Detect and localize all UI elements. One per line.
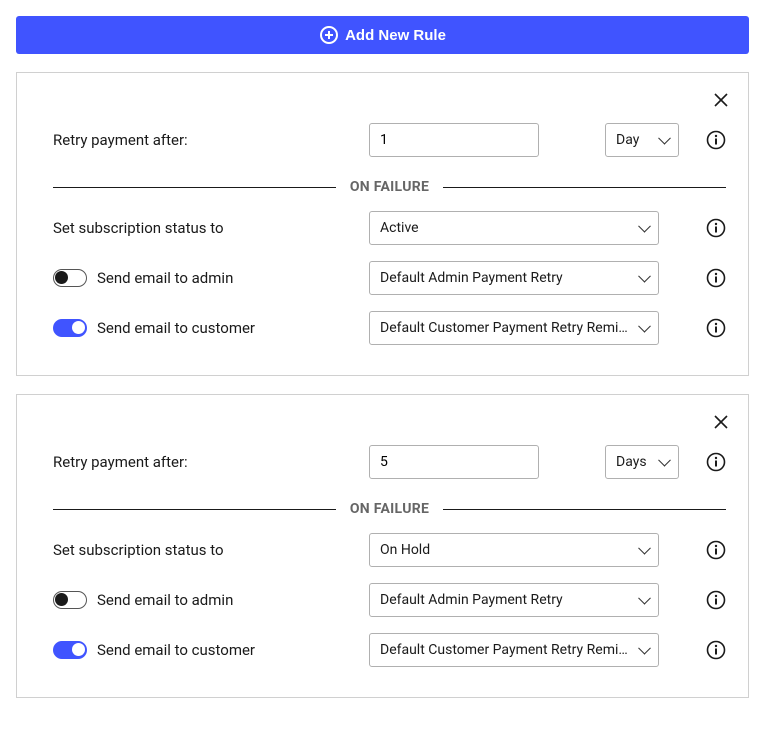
info-icon[interactable]	[706, 590, 726, 610]
retry-payment-label: Retry payment after:	[39, 131, 369, 149]
on-failure-heading: ON FAILURE	[336, 179, 443, 195]
info-icon[interactable]	[706, 218, 726, 238]
divider-line	[53, 187, 336, 188]
plus-circle-icon	[319, 25, 339, 45]
retry-unit-select[interactable]: Days	[605, 445, 679, 479]
set-status-label: Set subscription status to	[39, 219, 369, 237]
rule-card: Retry payment after: Days ON FAILURE Set…	[16, 394, 749, 698]
divider-line	[443, 187, 726, 188]
admin-email-label: Send email to admin	[97, 591, 233, 609]
admin-email-label: Send email to admin	[97, 269, 233, 287]
info-icon[interactable]	[706, 540, 726, 560]
customer-email-template-select[interactable]: Default Customer Payment Retry Remin...	[369, 311, 659, 345]
admin-email-template-select[interactable]: Default Admin Payment Retry	[369, 261, 659, 295]
divider-line	[443, 509, 726, 510]
admin-email-template-select[interactable]: Default Admin Payment Retry	[369, 583, 659, 617]
info-icon[interactable]	[706, 318, 726, 338]
customer-email-toggle[interactable]	[53, 641, 87, 659]
retry-unit-select[interactable]: Day	[605, 123, 679, 157]
customer-email-label: Send email to customer	[97, 641, 255, 659]
retry-count-input[interactable]	[369, 123, 539, 157]
retry-count-input[interactable]	[369, 445, 539, 479]
status-select[interactable]: Active	[369, 211, 659, 245]
close-icon	[712, 91, 730, 109]
info-icon[interactable]	[706, 268, 726, 288]
customer-email-toggle[interactable]	[53, 319, 87, 337]
close-icon	[712, 413, 730, 431]
add-new-rule-label: Add New Rule	[345, 27, 446, 44]
close-rule-button[interactable]	[708, 87, 734, 113]
admin-email-toggle[interactable]	[53, 591, 87, 609]
close-rule-button[interactable]	[708, 409, 734, 435]
info-icon[interactable]	[706, 452, 726, 472]
divider-line	[53, 509, 336, 510]
customer-email-template-select[interactable]: Default Customer Payment Retry Remin...	[369, 633, 659, 667]
customer-email-label: Send email to customer	[97, 319, 255, 337]
admin-email-toggle[interactable]	[53, 269, 87, 287]
rule-card: Retry payment after: Day ON FAILURE Set …	[16, 72, 749, 376]
retry-payment-label: Retry payment after:	[39, 453, 369, 471]
info-icon[interactable]	[706, 130, 726, 150]
set-status-label: Set subscription status to	[39, 541, 369, 559]
info-icon[interactable]	[706, 640, 726, 660]
status-select[interactable]: On Hold	[369, 533, 659, 567]
on-failure-heading: ON FAILURE	[336, 501, 443, 517]
add-new-rule-button[interactable]: Add New Rule	[16, 16, 749, 54]
